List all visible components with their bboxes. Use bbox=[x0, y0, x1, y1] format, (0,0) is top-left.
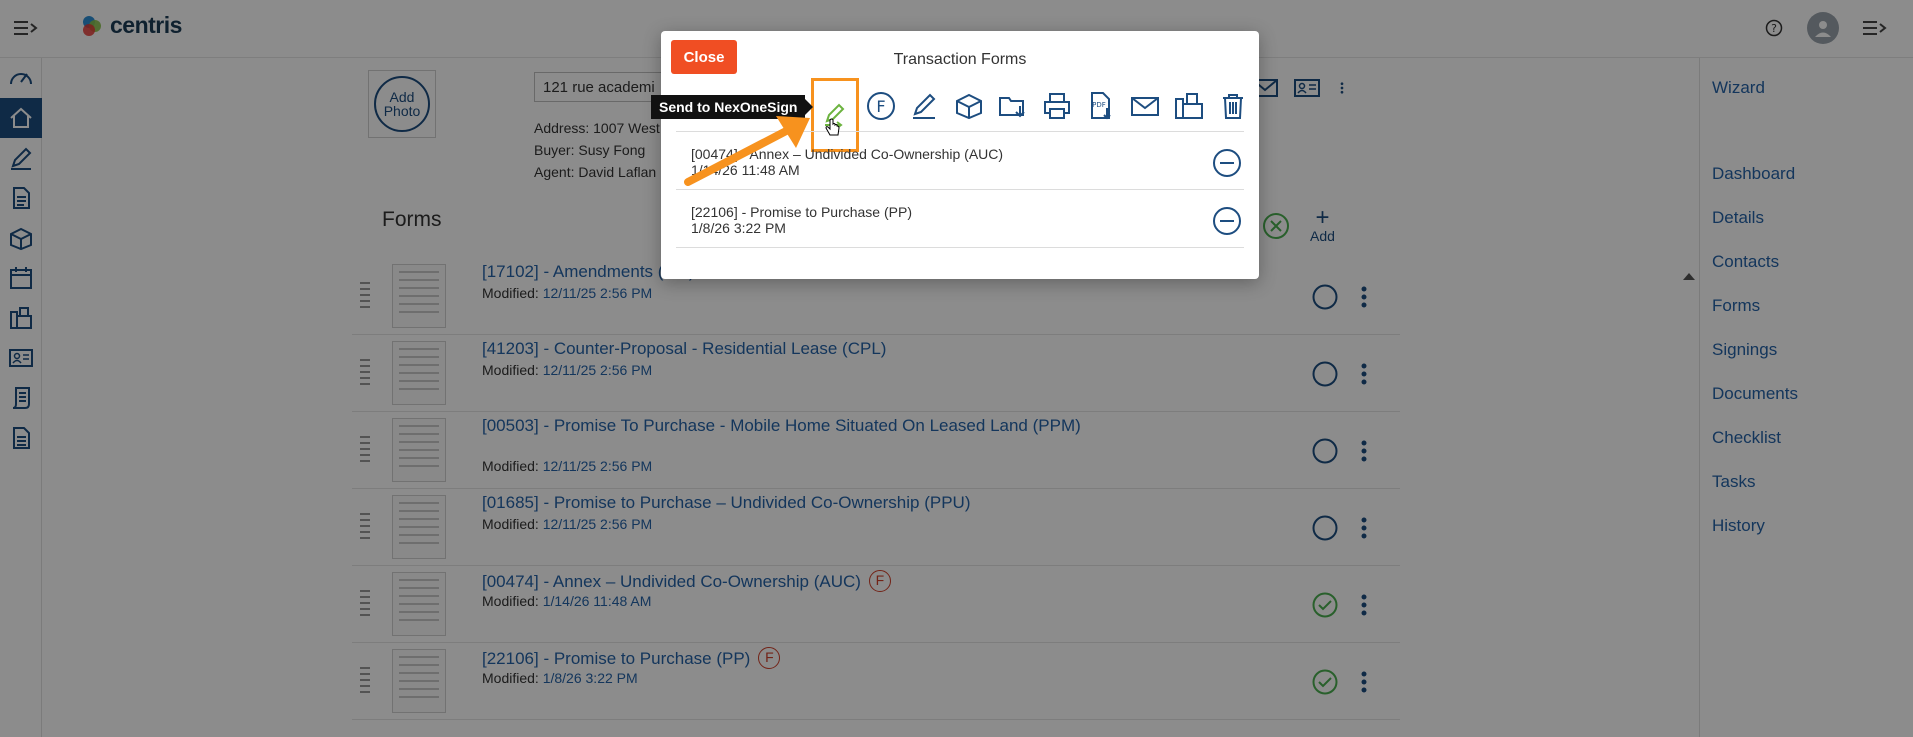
modal-title: Transaction Forms bbox=[893, 51, 1027, 68]
print-button[interactable] bbox=[1035, 84, 1079, 128]
f-circle-icon: F bbox=[867, 92, 895, 120]
pen-icon bbox=[913, 93, 936, 119]
annotation-arrow-icon bbox=[684, 116, 810, 186]
modal-form-name: [22106] - Promise to Purchase (PP) bbox=[691, 204, 912, 220]
pdf-download-button[interactable]: PDF bbox=[1079, 84, 1123, 128]
trash-icon bbox=[1223, 94, 1243, 119]
delete-button[interactable] bbox=[1211, 84, 1255, 128]
pdf-download-icon: PDF bbox=[1091, 92, 1111, 120]
svg-text:F: F bbox=[876, 97, 885, 116]
download-folder-button[interactable] bbox=[991, 84, 1035, 128]
hand-cursor-icon bbox=[825, 118, 840, 136]
remove-circle-icon[interactable] bbox=[1212, 206, 1242, 236]
edit-button[interactable] bbox=[903, 84, 947, 128]
printer-icon bbox=[1044, 93, 1070, 119]
package-button[interactable] bbox=[947, 84, 991, 128]
modal-form-date: 1/8/26 3:22 PM bbox=[691, 220, 786, 236]
email-button[interactable] bbox=[1123, 84, 1167, 128]
fax-button[interactable] bbox=[1167, 84, 1211, 128]
svg-text:PDF: PDF bbox=[1092, 101, 1106, 109]
box-icon bbox=[956, 93, 982, 120]
remove-circle-icon[interactable] bbox=[1212, 148, 1242, 178]
fax-icon bbox=[1175, 93, 1203, 119]
folder-download-icon bbox=[999, 97, 1025, 118]
finalize-button[interactable]: F bbox=[859, 84, 903, 128]
envelope-icon bbox=[1131, 97, 1159, 116]
modal-form-row[interactable]: [22106] - Promise to Purchase (PP) 1/8/2… bbox=[676, 190, 1244, 248]
